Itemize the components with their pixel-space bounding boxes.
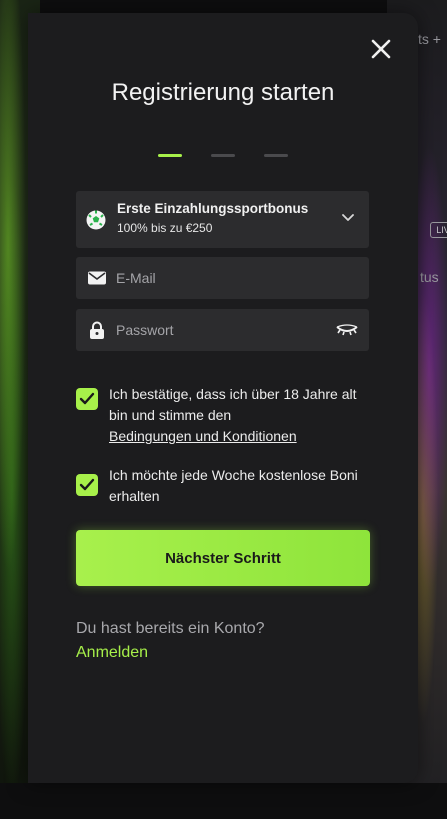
have-account-text: Du hast bereits ein Konto? [76,620,265,637]
password-input[interactable] [116,309,326,351]
terms-link[interactable]: Bedingungen und Konditionen [109,428,297,444]
registration-modal: Registrierung starten Erste Einzahlungss… [28,13,418,783]
background-side-text: tus [420,269,439,285]
modal-title: Registrierung starten [111,79,335,106]
step-2-indicator [211,154,235,157]
background-promo-text: ts + [418,31,441,47]
eye-closed-icon[interactable] [336,324,358,336]
age-consent-text: Ich bestätige, dass ich über 18 Jahre al… [109,386,357,423]
next-step-button[interactable]: Nächster Schritt [76,530,370,586]
background-live-badge: LIV [430,222,447,238]
soccer-ball-icon [86,210,106,230]
envelope-icon [88,271,106,285]
login-link[interactable]: Anmelden [76,644,148,662]
bonus-title: Erste Einzahlungssportbonus [117,201,309,216]
email-field [76,257,369,299]
step-3-indicator [264,154,288,157]
background-bottom [0,783,447,819]
age-consent-label: Ich bestätige, dass ich über 18 Jahre al… [109,384,371,447]
checkmark-icon [79,392,95,405]
close-icon [371,39,391,59]
lock-icon [90,321,104,339]
chevron-down-icon [342,214,354,221]
step-1-indicator [158,154,182,157]
email-input[interactable] [116,257,326,299]
checkmark-icon [79,478,95,491]
close-button[interactable] [370,38,392,60]
newsletter-checkbox[interactable] [76,474,98,496]
age-consent-checkbox[interactable] [76,388,98,410]
bonus-select[interactable]: Erste Einzahlungssportbonus 100% bis zu … [76,191,369,248]
password-field [76,309,369,351]
bonus-subtitle: 100% bis zu €250 [117,221,213,235]
newsletter-label: Ich möchte jede Woche kostenlose Boni er… [109,467,358,504]
